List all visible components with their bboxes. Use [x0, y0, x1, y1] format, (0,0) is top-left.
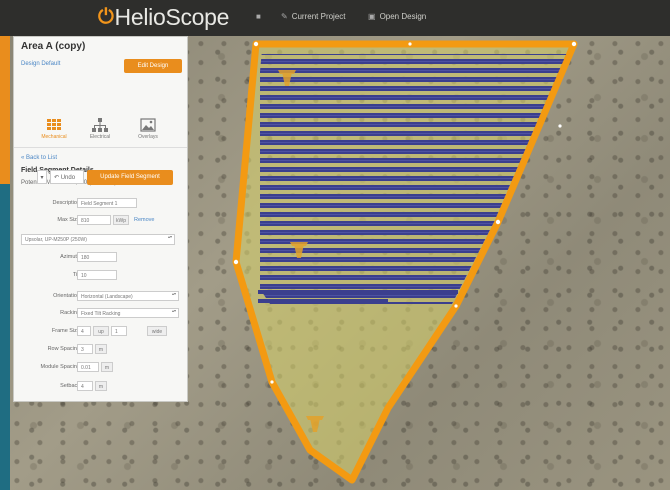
row-spacing-label: Row Spacing: [47, 346, 80, 352]
nav-open-design[interactable]: ▣ Open Design: [368, 12, 426, 21]
azimuth-row: Azimuth 180: [14, 252, 187, 264]
racking-select[interactable]: Fixed Tilt Racking: [77, 308, 179, 318]
tab-mechanical[interactable]: Mechanical: [32, 115, 76, 147]
max-size-unit: kWp: [113, 215, 129, 225]
setback-row: Setback 4 m: [14, 381, 187, 393]
panel-tabs: Mechanical Electrical Overlays: [14, 115, 187, 148]
update-field-segment-button[interactable]: Update Field Segment: [87, 170, 173, 185]
orientation-select[interactable]: Horizontal (Landscape): [77, 291, 179, 301]
max-size-row: Max Size 810 kWp Remove: [14, 215, 187, 227]
vertex-handle[interactable]: [495, 219, 501, 225]
azimuth-input[interactable]: 180: [77, 252, 117, 262]
vertex-handle[interactable]: [558, 124, 562, 128]
max-size-input[interactable]: 810: [77, 215, 111, 225]
tab-electrical[interactable]: Electrical: [78, 115, 122, 147]
top-navbar: ⏻ HelioScope ■ ✎ Current Project ▣ Open …: [0, 0, 670, 36]
frame-size-row: Frame Size 4 up 1 wide: [14, 326, 187, 338]
row-spacing-input[interactable]: 3: [77, 344, 93, 354]
orientation-label: Orientation: [53, 293, 80, 299]
area-title: Area A (copy): [21, 41, 86, 52]
frame-size-up-unit: up: [93, 326, 109, 336]
module-spacing-input[interactable]: 0.01: [77, 362, 99, 372]
row-spacing-unit: m: [95, 344, 107, 354]
design-default-link[interactable]: Design Default: [21, 61, 60, 67]
module-row: [258, 299, 388, 303]
module-row: [258, 290, 458, 294]
pencil-icon: ✎: [281, 12, 288, 21]
module-rows: [260, 54, 568, 304]
collapse-caret-button[interactable]: ▾: [37, 170, 47, 184]
tilt-input[interactable]: 10: [77, 270, 117, 280]
edit-design-button[interactable]: Edit Design: [124, 59, 182, 73]
undo-button[interactable]: ↶ Undo: [50, 170, 84, 184]
vertex-handle[interactable]: [253, 41, 259, 47]
power-icon: ⏻: [98, 6, 114, 28]
module-row-select: Upsolar, UP-M250P (250W): [14, 234, 187, 246]
remove-max-size-link[interactable]: Remove: [134, 217, 154, 223]
app-name: HelioScope: [114, 4, 230, 30]
image-icon: [140, 118, 156, 132]
racking-row: Racking Fixed Tilt Racking: [14, 308, 187, 320]
setback-unit: m: [95, 381, 107, 391]
description-input[interactable]: Field Segment 1: [77, 198, 137, 208]
frame-size-wide-input[interactable]: 1: [111, 326, 127, 336]
vertex-handle[interactable]: [270, 380, 274, 384]
module-spacing-row: Module Spacing 0.01 m: [14, 362, 187, 374]
grid-icon: [47, 119, 61, 130]
vertex-handle[interactable]: [571, 41, 577, 47]
description-label: Description: [52, 200, 80, 206]
row-spacing-row: Row Spacing 3 m: [14, 344, 187, 356]
home-icon: ■: [256, 12, 261, 21]
left-edge-strip: [0, 36, 10, 490]
nav-current-project-label: Current Project: [291, 12, 346, 21]
vertex-handle[interactable]: [233, 259, 239, 265]
field-segment-panel: Area A (copy) Design Default Edit Design…: [13, 36, 188, 402]
module-spacing-label: Module Spacing: [40, 364, 80, 370]
nav-home[interactable]: ■: [256, 12, 265, 21]
helioscope-logo[interactable]: ⏻ HelioScope: [98, 4, 229, 31]
vertex-handle[interactable]: [408, 42, 412, 46]
nav-open-design-label: Open Design: [379, 12, 427, 21]
folder-icon: ▣: [368, 12, 376, 21]
network-icon: [92, 118, 108, 132]
module-spacing-unit: m: [101, 362, 113, 372]
frame-size-label: Frame Size: [51, 328, 80, 334]
tab-overlays[interactable]: Overlays: [126, 115, 170, 147]
back-to-list-link[interactable]: « Back to List: [21, 155, 57, 161]
frame-size-wide-unit: wide: [147, 326, 167, 336]
module-select[interactable]: Upsolar, UP-M250P (250W): [21, 234, 175, 245]
description-row: Description Field Segment 1: [14, 198, 187, 210]
vertex-handle[interactable]: [454, 304, 458, 308]
orientation-row: Orientation Horizontal (Landscape): [14, 291, 187, 303]
nav-current-project[interactable]: ✎ Current Project: [281, 12, 346, 21]
tilt-row: Tilt 10: [14, 270, 187, 282]
frame-size-up-input[interactable]: 4: [77, 326, 91, 336]
setback-input[interactable]: 4: [77, 381, 93, 391]
undo-icon: ↶: [54, 175, 60, 181]
